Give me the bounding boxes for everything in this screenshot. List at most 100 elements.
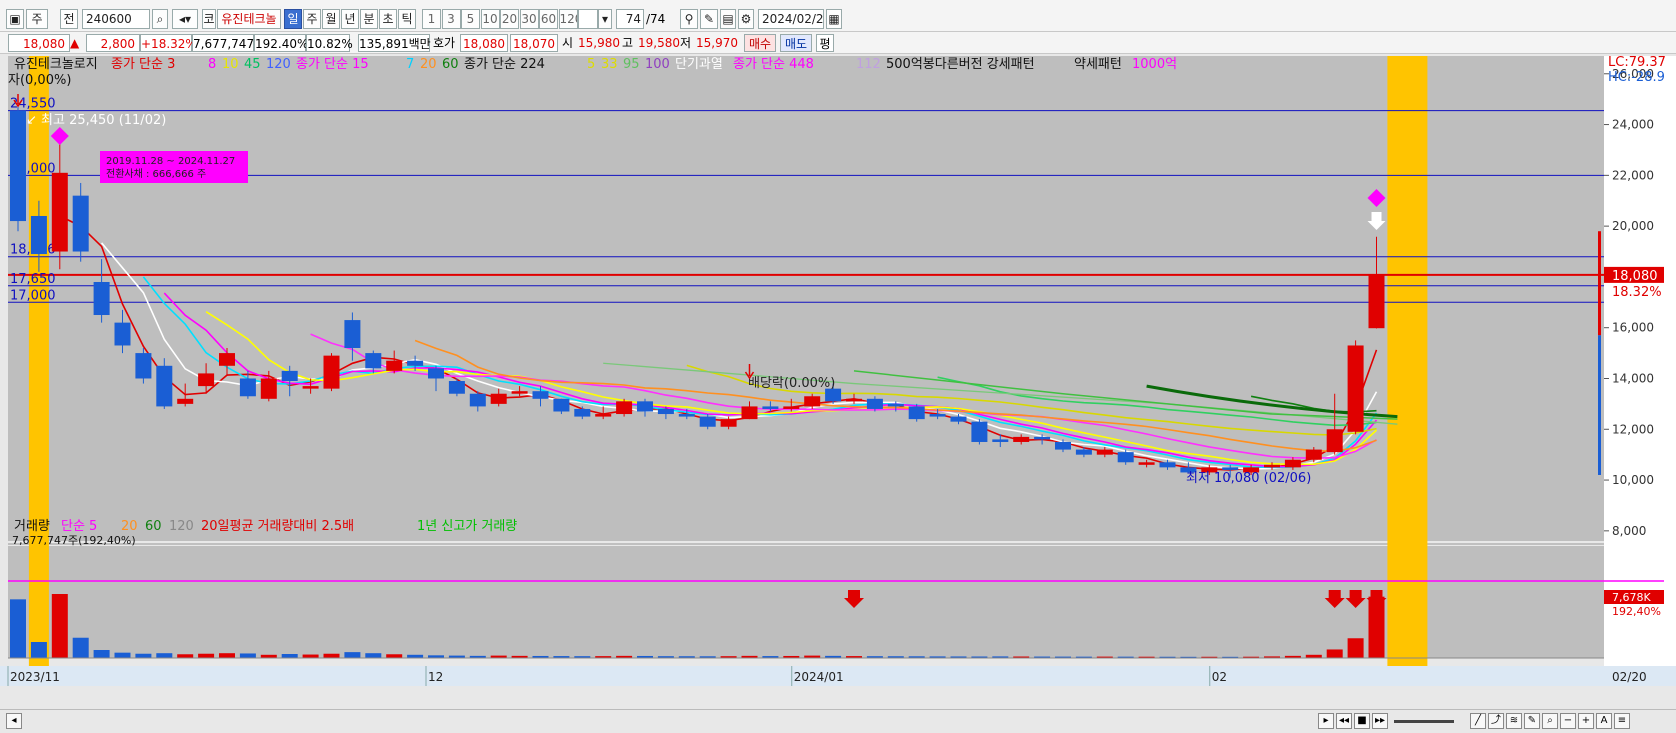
period-5-button[interactable]: 초	[379, 9, 397, 29]
candle-body	[365, 353, 382, 369]
interval-10-button[interactable]: 10	[480, 9, 500, 29]
candle-body	[532, 391, 549, 399]
interval-3-button[interactable]: 3	[441, 9, 461, 29]
interval-input[interactable]	[578, 9, 598, 29]
candle-body	[637, 401, 653, 412]
legend-item: 5	[587, 57, 595, 72]
candle-body	[30, 215, 47, 255]
volume-value-label: 7,677,747주(192,40%)	[12, 534, 136, 547]
volume-bar	[219, 653, 235, 658]
zoom-out-icon[interactable]: −	[1560, 713, 1576, 729]
volume-bar	[344, 652, 361, 658]
calendar-icon[interactable]: ▦	[826, 9, 842, 29]
candle-body	[699, 416, 716, 427]
volume-bar	[239, 653, 256, 658]
trade-amount: 135,891백만	[358, 34, 431, 52]
line-tool-icon[interactable]: ╱	[1470, 713, 1486, 729]
zoom-slider[interactable]	[1394, 720, 1454, 723]
candle-body	[846, 398, 862, 402]
stock-name-field[interactable]: 유진테크놀	[217, 9, 281, 29]
period-2-button[interactable]: 월	[322, 9, 340, 29]
magnifier-icon[interactable]: ⌕	[1542, 713, 1558, 729]
turnover: 10.82%	[306, 34, 353, 52]
zoom-in-icon[interactable]: +	[1578, 713, 1594, 729]
candle-body	[135, 353, 152, 379]
candle-body	[1034, 436, 1051, 440]
prev-icon[interactable]: ◂◂	[1336, 713, 1352, 729]
mode2-button[interactable]: 전	[60, 9, 78, 29]
info-box-line2: 전환사채 : 666,666 주	[106, 168, 206, 180]
eval-button[interactable]: 평	[816, 34, 834, 52]
pct-tag: 18.32%	[1612, 285, 1662, 300]
gear-icon[interactable]: ⚙	[738, 9, 754, 29]
period-0-button[interactable]: 일	[284, 9, 302, 29]
info-box-line1: 2019.11.28 ~ 2024.11.27	[106, 156, 235, 167]
candle-body	[1222, 467, 1239, 470]
date-input[interactable]: 2024/02/20	[758, 9, 824, 29]
price-tick-label: 10,000	[1612, 473, 1654, 487]
candle-body	[887, 403, 904, 407]
pen-tool-icon[interactable]: ✎	[1524, 713, 1540, 729]
volume-pct-tag: 192,40%	[1612, 605, 1661, 618]
legend-item: 100	[645, 57, 670, 72]
candle-body	[1347, 345, 1364, 432]
candle-body	[177, 398, 194, 404]
interval-5-button[interactable]: 5	[461, 9, 480, 29]
period-4-button[interactable]: 분	[360, 9, 378, 29]
hoga-label: 호가	[433, 36, 456, 50]
mode-select[interactable]: 주	[26, 9, 48, 29]
candle-body	[1138, 462, 1155, 465]
candle-body	[428, 368, 444, 379]
interval-20-button[interactable]: 20	[500, 9, 519, 29]
menu-icon[interactable]: ≡	[1614, 713, 1630, 729]
candle-body	[762, 406, 779, 409]
volume-bar	[135, 653, 152, 658]
search-icon[interactable]: ⌕	[152, 9, 168, 29]
legend-item: 단기과열	[675, 57, 723, 72]
text-tool-icon[interactable]: A	[1596, 713, 1612, 729]
stop-icon[interactable]: ■	[1354, 713, 1370, 729]
price-range-bar	[1598, 231, 1601, 336]
price-tick-label: 12,000	[1612, 422, 1654, 436]
sell-button[interactable]: 매도	[780, 34, 812, 52]
trend-tool-icon[interactable]: ⤴	[1488, 713, 1504, 729]
chart-scrollbar[interactable]: ◂ ▸ ◂◂ ■ ▸▸ ╱ ⤴ ≋ ✎ ⌕ − + A ≡	[0, 709, 1676, 733]
count-input[interactable]: 74	[616, 9, 644, 29]
buy-button[interactable]: 매수	[744, 34, 776, 52]
candle-body	[469, 393, 486, 407]
legend-item: 8	[208, 57, 216, 72]
binoculars-icon[interactable]: ⚲	[680, 9, 698, 29]
volume-bar	[302, 654, 319, 658]
next-icon[interactable]: ▸▸	[1372, 713, 1388, 729]
volume-legend-item: 20일평균 거래량대비 2.5배	[201, 519, 354, 534]
up-arrow-icon: ▲	[70, 36, 80, 50]
chevron-down-icon[interactable]: ▾	[598, 9, 612, 29]
volume-legend-item: 20	[121, 519, 138, 534]
scroll-right-icon[interactable]: ▸	[1318, 713, 1334, 729]
change-pct: +18.32%	[140, 34, 197, 52]
price-chart[interactable]: 26,00024,00022,00020,00018,00016,00014,0…	[0, 54, 1676, 709]
period-3-button[interactable]: 년	[341, 9, 359, 29]
legend-item: 7	[406, 57, 414, 72]
quote-bar: 18,080 ▲ 2,800 +18.32% 7,677,747 192.40%…	[0, 32, 1676, 54]
fib-tool-icon[interactable]: ≋	[1506, 713, 1522, 729]
layout-icon[interactable]: ▣	[6, 9, 24, 29]
open-price: 15,980	[578, 36, 620, 50]
interval-60-button[interactable]: 60	[539, 9, 558, 29]
stock-code-input[interactable]: 240600	[82, 9, 150, 29]
interval-120-button[interactable]: 120	[558, 9, 578, 29]
interval-1-button[interactable]: 1	[422, 9, 441, 29]
axis-pane-bg	[1604, 56, 1676, 668]
legend-item: 종가 단순 224	[464, 57, 545, 72]
volume-tag: 7,678K	[1612, 591, 1651, 604]
draw-icon[interactable]: ✎	[700, 9, 718, 29]
price-tick-label: 16,000	[1612, 321, 1654, 335]
period-1-button[interactable]: 주	[303, 9, 321, 29]
candle-body	[950, 416, 967, 422]
save-icon[interactable]: ▤	[720, 9, 736, 29]
period-6-button[interactable]: 틱	[398, 9, 416, 29]
scroll-left-icon[interactable]: ◂	[6, 713, 22, 729]
price-range-bar	[1598, 335, 1601, 475]
sound-icon[interactable]: ◂▾	[172, 9, 198, 29]
interval-30-button[interactable]: 30	[519, 9, 539, 29]
